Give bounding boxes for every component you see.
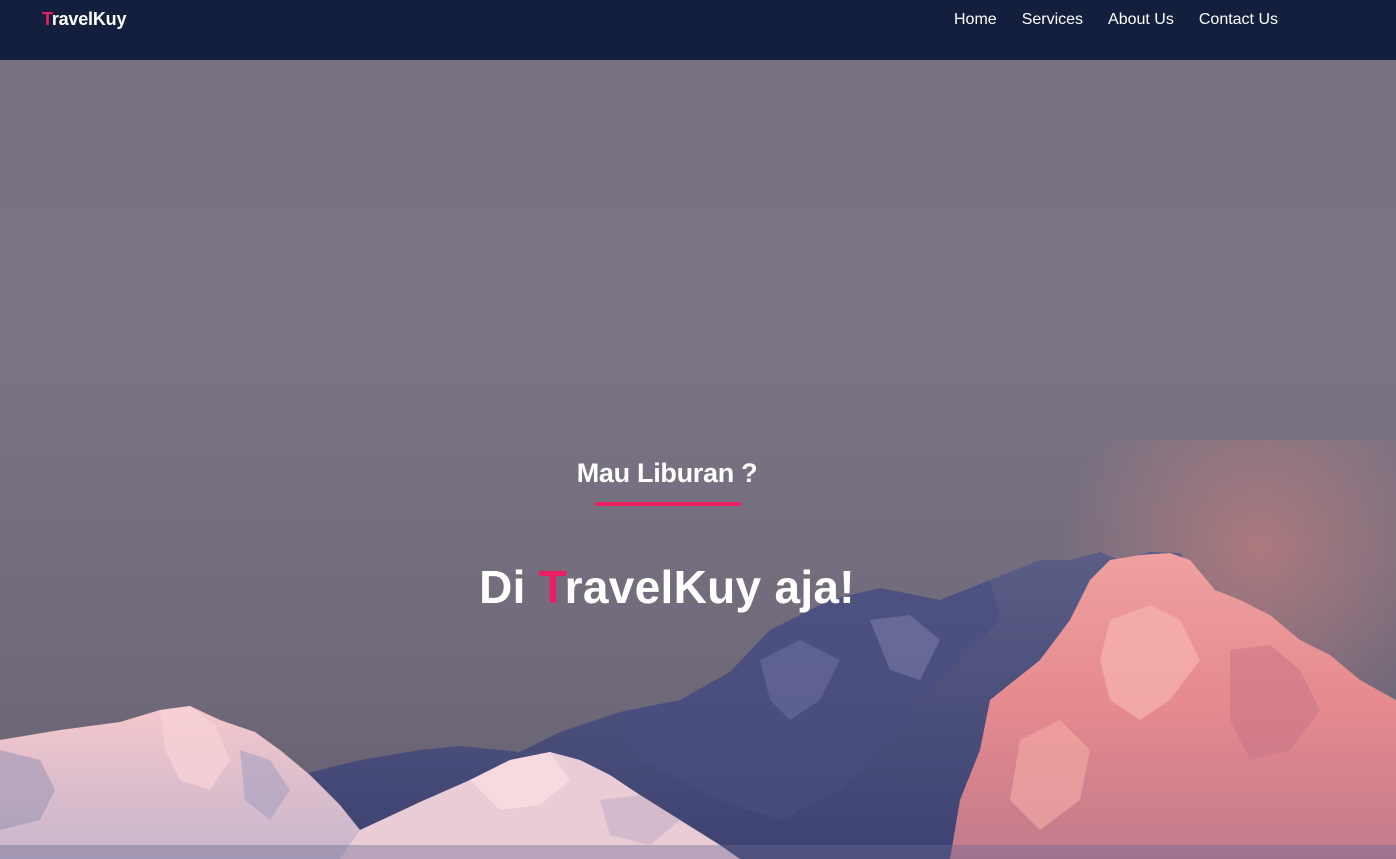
hero-subtitle-underline bbox=[595, 502, 741, 506]
hero-section: Mau Liburan ? Di TravelKuy aja! bbox=[0, 60, 1396, 859]
brand-logo-text: ravelKuy bbox=[51, 9, 127, 29]
brand-logo-accent: T bbox=[42, 9, 52, 29]
hero-title-accent: T bbox=[538, 561, 565, 613]
page: TravelKuy Home Services About Us Contact… bbox=[0, 0, 1396, 859]
hero-title: Di TravelKuy aja! bbox=[0, 560, 1334, 614]
nav-link-about-us[interactable]: About Us bbox=[1108, 10, 1174, 30]
hero-subtitle: Mau Liburan ? bbox=[576, 458, 758, 488]
nav-link-home[interactable]: Home bbox=[954, 10, 997, 30]
nav-links: Home Services About Us Contact Us bbox=[954, 10, 1278, 30]
hero-title-suffix: ravelKuy aja! bbox=[564, 561, 855, 613]
nav-link-contact-us[interactable]: Contact Us bbox=[1199, 10, 1278, 30]
brand-logo[interactable]: TravelKuy bbox=[42, 9, 126, 30]
hero-title-prefix: Di bbox=[479, 561, 539, 613]
navbar: TravelKuy Home Services About Us Contact… bbox=[0, 0, 1396, 60]
nav-link-services[interactable]: Services bbox=[1022, 10, 1083, 30]
